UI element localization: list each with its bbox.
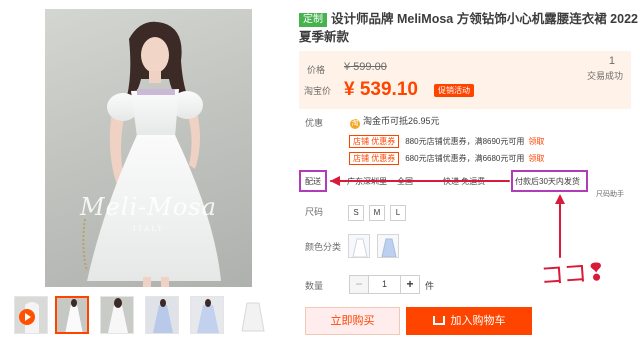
arrow-head-left-icon [330, 176, 340, 186]
arrow-head-up-icon [555, 194, 565, 204]
annotation-handwritten-text: ココ❢ [539, 257, 607, 291]
quantity-unit: 件 [425, 281, 435, 291]
buy-now-button[interactable]: 立即购买 [305, 307, 400, 335]
quantity-label: 数量 [305, 281, 324, 291]
color-label: 颜色分类 [305, 242, 342, 252]
quantity-decrease-button[interactable]: − [350, 276, 369, 293]
cart-icon [432, 316, 445, 325]
quantity-stepper: − 1 + [349, 275, 420, 294]
size-option-s[interactable]: S [348, 205, 364, 221]
size-option-l[interactable]: L [390, 205, 406, 221]
add-to-cart-button[interactable]: 加入购物车 [406, 307, 532, 335]
size-option-m[interactable]: M [369, 205, 385, 221]
quantity-increase-button[interactable]: + [400, 276, 419, 293]
color-swatch-white[interactable] [348, 234, 370, 258]
color-swatch-blue[interactable] [377, 234, 399, 258]
size-label: 尺码 [305, 207, 324, 217]
annotation-arrows [330, 176, 565, 258]
add-to-cart-label: 加入购物车 [450, 315, 506, 327]
quantity-input[interactable]: 1 [369, 276, 400, 293]
